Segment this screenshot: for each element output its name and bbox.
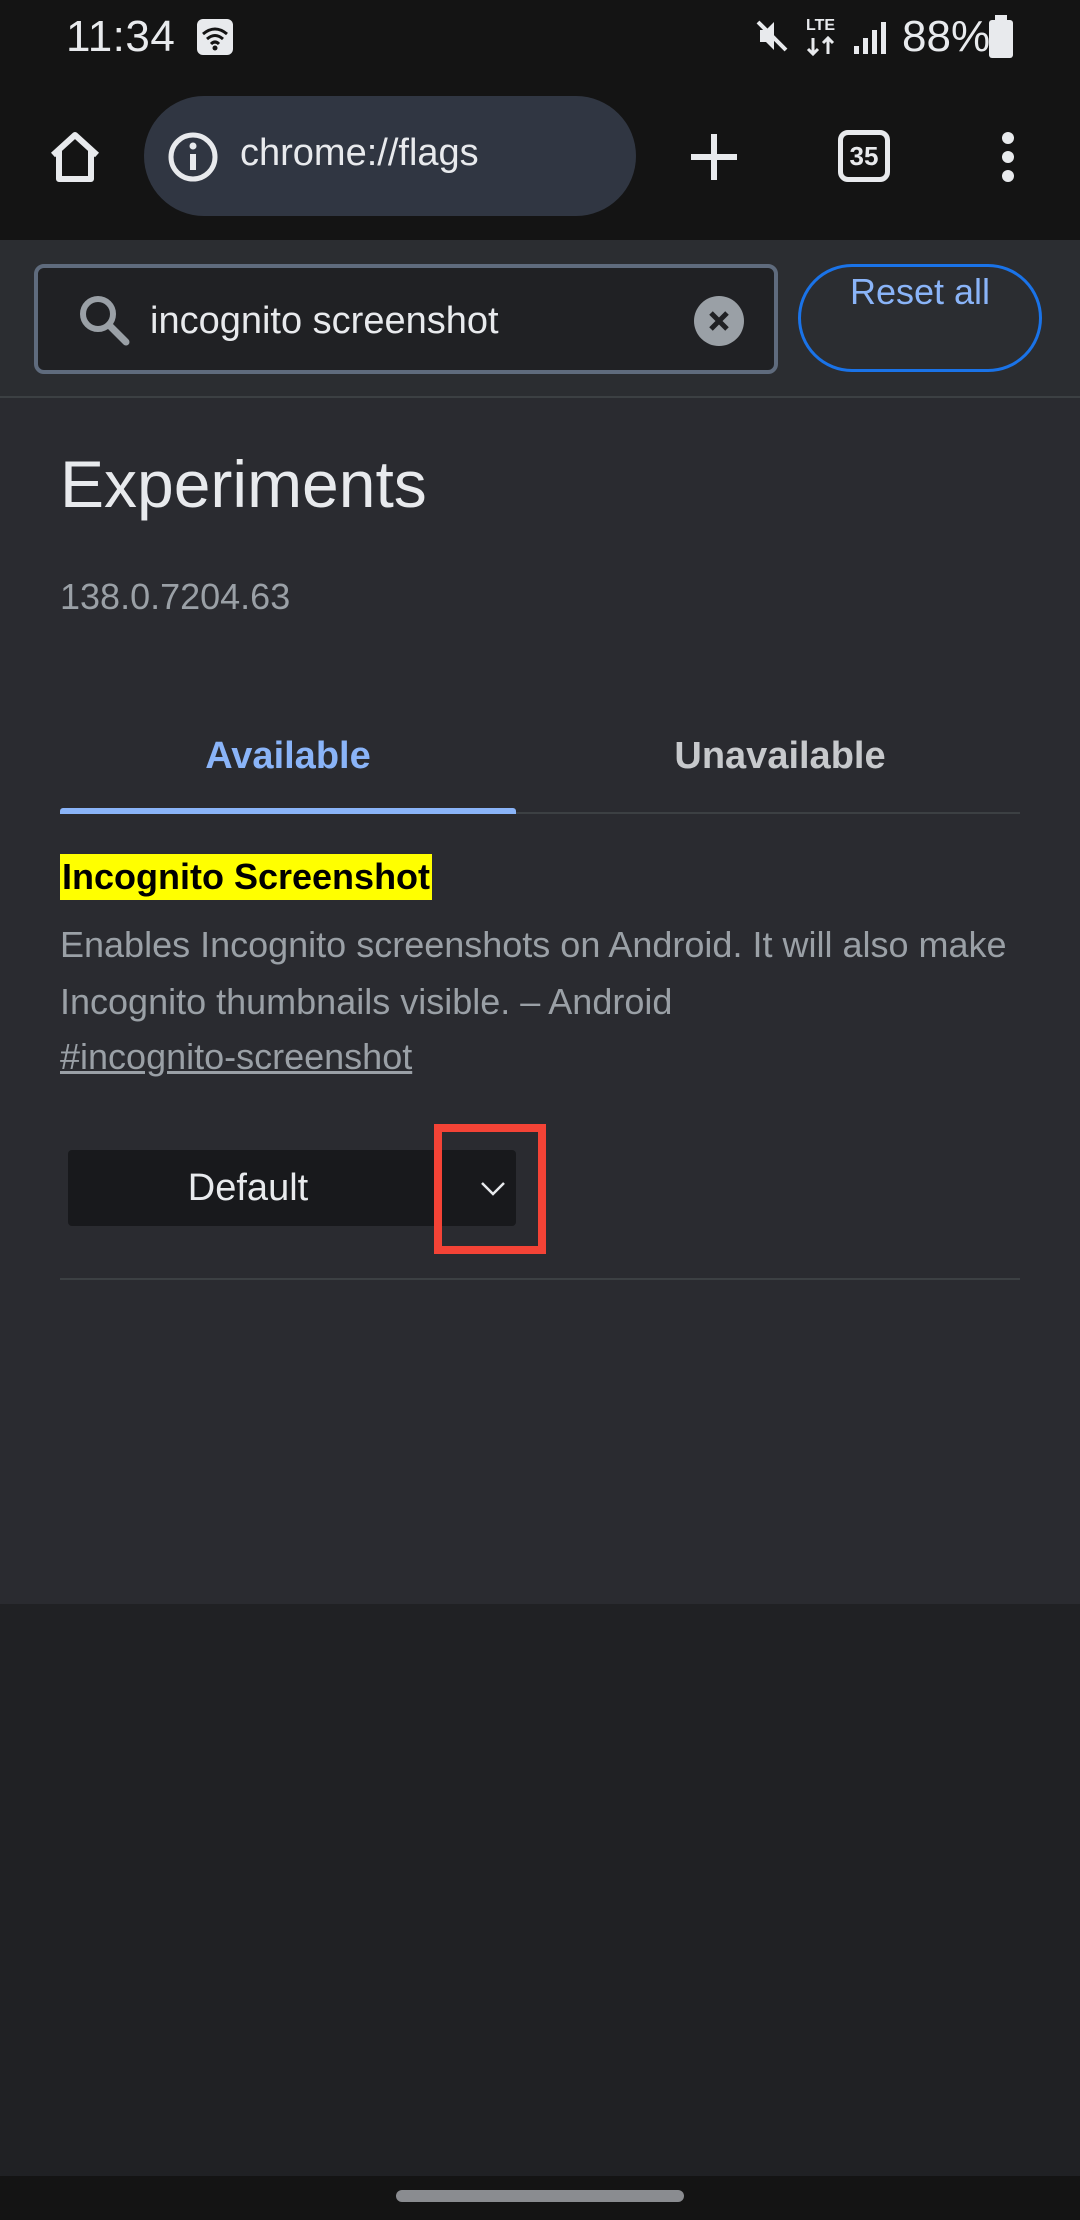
- experiments-page: Experiments 138.0.7204.63 Available Unav…: [0, 398, 1080, 1604]
- more-vert-icon: [1002, 132, 1014, 182]
- flag-divider: [60, 1278, 1020, 1280]
- tab-switcher-button[interactable]: 35: [838, 130, 890, 182]
- home-button[interactable]: [30, 112, 120, 202]
- annotation-highlight-box: [434, 1124, 546, 1254]
- flags-search-bar: incognito screenshot Reset all: [0, 240, 1080, 398]
- wifi-icon: [197, 19, 233, 55]
- flag-title: Incognito Screenshot: [60, 854, 433, 900]
- overflow-menu-button[interactable]: [976, 112, 1040, 202]
- reset-all-button[interactable]: Reset all: [798, 264, 1042, 372]
- home-icon: [50, 132, 100, 182]
- version-number: 138.0.7204.63: [60, 576, 291, 617]
- url-text: chrome://flags: [240, 132, 479, 174]
- tab-selected-indicator: [60, 808, 516, 814]
- flag-permalink[interactable]: #incognito-screenshot: [60, 1036, 412, 1078]
- clear-search-button[interactable]: [694, 296, 744, 346]
- lte-icon: LTE: [806, 17, 835, 57]
- flag-description: Enables Incognito screenshots on Android…: [60, 924, 1007, 1022]
- reset-all-label: Reset all: [849, 271, 991, 312]
- screen: 11:34 LTE 88% chrome://flags 35 incognit…: [0, 0, 1080, 2220]
- info-icon: [168, 132, 218, 182]
- battery-percent: 88%: [902, 12, 991, 61]
- flag-state-value: Default: [187, 1166, 309, 1209]
- signal-icon: [854, 22, 886, 54]
- search-input[interactable]: incognito screenshot: [34, 264, 778, 374]
- plus-icon: [691, 134, 737, 180]
- new-tab-button[interactable]: [674, 112, 754, 202]
- browser-toolbar: chrome://flags 35: [0, 76, 1080, 240]
- page-background: [0, 1604, 1080, 2176]
- close-icon: [709, 311, 729, 331]
- omnibox[interactable]: chrome://flags: [144, 96, 636, 216]
- search-value: incognito screenshot: [150, 300, 499, 342]
- search-icon: [80, 296, 130, 346]
- status-time: 11:34: [66, 12, 176, 61]
- tab-available[interactable]: Available: [60, 698, 516, 814]
- tab-unavailable[interactable]: Unavailable: [540, 698, 1020, 814]
- battery-icon: [989, 15, 1013, 58]
- svg-text:LTE: LTE: [806, 17, 835, 34]
- mute-icon: [756, 20, 788, 52]
- page-title: Experiments: [60, 447, 427, 521]
- home-gesture-handle[interactable]: [396, 2190, 684, 2202]
- tab-bar: Available Unavailable: [60, 698, 1020, 814]
- status-bar: 11:34 LTE 88%: [0, 0, 1080, 76]
